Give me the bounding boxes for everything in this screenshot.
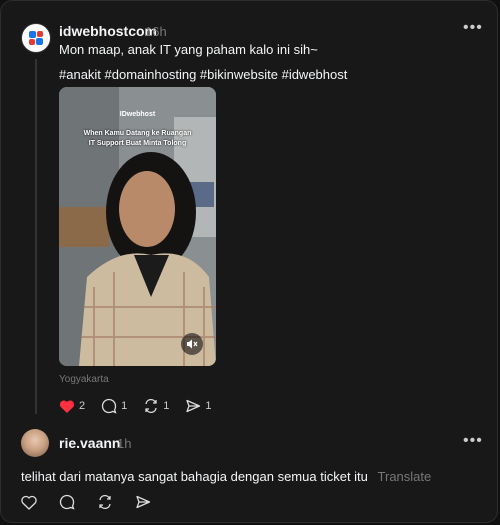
reply-actions bbox=[21, 494, 171, 510]
share-icon bbox=[136, 495, 151, 509]
video-frame bbox=[59, 87, 216, 366]
translate-link[interactable]: Translate bbox=[378, 469, 432, 484]
video-overlay-line1: When Kamu Datang ke Ruangan bbox=[83, 130, 192, 137]
reply-repost-button[interactable] bbox=[97, 494, 117, 510]
brand-avatar[interactable] bbox=[21, 23, 51, 53]
reply-avatar[interactable] bbox=[21, 429, 49, 457]
reply-username[interactable]: rie.vaann bbox=[59, 435, 120, 451]
repost-count: 1 bbox=[163, 400, 170, 412]
mute-icon[interactable] bbox=[181, 333, 203, 355]
repost-icon bbox=[99, 494, 111, 510]
repost-icon bbox=[145, 398, 157, 414]
reply-reply-button[interactable] bbox=[59, 494, 79, 510]
post-location[interactable]: Yogyakarta bbox=[59, 374, 109, 385]
comment-icon bbox=[101, 398, 117, 414]
post-username[interactable]: idwebhostcom bbox=[59, 23, 157, 39]
reply-time[interactable]: 1h bbox=[117, 436, 131, 451]
post-video[interactable]: IDwebhost When Kamu Datang ke Ruangan IT… bbox=[59, 87, 216, 366]
repost-button[interactable]: 1 bbox=[143, 398, 169, 414]
more-icon[interactable]: ••• bbox=[463, 19, 483, 37]
reply-count: 1 bbox=[121, 400, 128, 412]
reply-like-button[interactable] bbox=[21, 495, 41, 510]
post-time[interactable]: 16h bbox=[145, 24, 167, 39]
video-overlay-line2: IT Support Buat Minta Tolong bbox=[88, 140, 187, 147]
post-caption: Mon maap, anak IT yang paham kalo ini si… bbox=[59, 42, 318, 57]
post-hashtags[interactable]: #anakit #domainhosting #bikinwebsite #id… bbox=[59, 67, 347, 82]
reply-more-icon[interactable]: ••• bbox=[463, 432, 483, 450]
like-count: 2 bbox=[79, 400, 86, 412]
share-icon bbox=[186, 399, 201, 413]
reply-text: telihat dari matanya sangat bahagia deng… bbox=[21, 469, 368, 484]
heart-icon bbox=[59, 400, 75, 413]
reply-share-button[interactable] bbox=[135, 494, 155, 510]
comment-icon bbox=[59, 494, 75, 510]
thread-line bbox=[35, 59, 37, 414]
share-count: 1 bbox=[205, 400, 212, 412]
reply-text-row: telihat dari matanya sangat bahagia deng… bbox=[21, 469, 431, 484]
thread-card: idwebhostcom 16h ••• Mon maap, anak IT y… bbox=[0, 0, 498, 523]
heart-icon bbox=[21, 495, 37, 510]
reply-button[interactable]: 1 bbox=[101, 398, 127, 414]
like-button[interactable]: 2 bbox=[59, 399, 85, 414]
share-button[interactable]: 1 bbox=[185, 398, 212, 414]
post-actions: 2 1 1 1 bbox=[59, 398, 228, 414]
video-brand-watermark: IDwebhost bbox=[119, 111, 156, 118]
